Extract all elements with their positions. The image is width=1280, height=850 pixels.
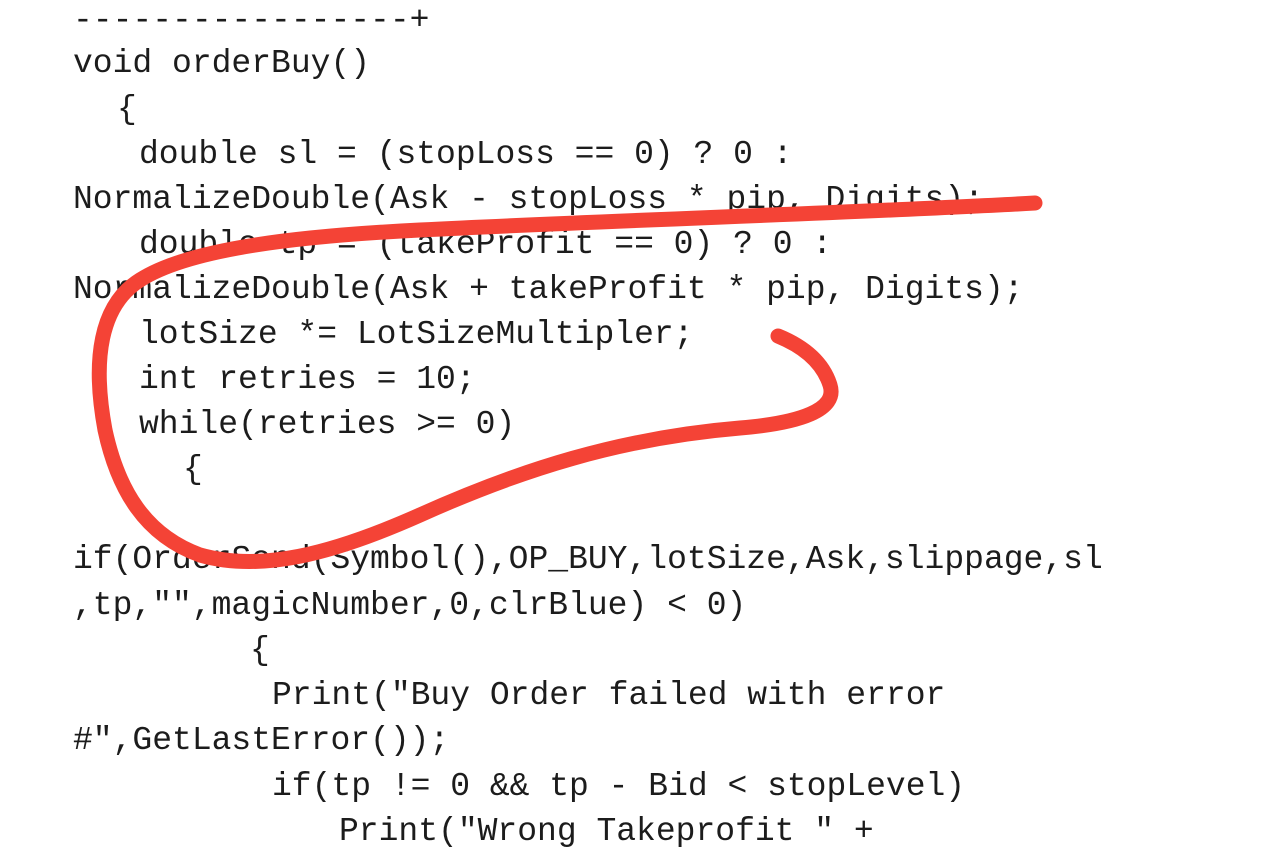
code-line-retries: int retries = 10; (139, 361, 476, 398)
code-line-while: while(retries >= 0) (139, 406, 516, 443)
document-page: -----------------+ void orderBuy() { dou… (0, 0, 1280, 850)
code-line-tp-normalize: NormalizeDouble(Ask + takeProfit * pip, … (73, 271, 1024, 308)
code-line-ordersend-args: ,tp,"",magicNumber,0,clrBlue) < 0) (73, 587, 747, 624)
code-line-open-brace: { (117, 91, 137, 128)
code-line-print-error: Print("Buy Order failed with error (272, 677, 946, 714)
code-line-tp-declaration: double tp = (takeProfit == 0) ? 0 : (139, 226, 833, 263)
code-line-print-takeprofit: Print("Wrong Takeprofit " + (339, 813, 874, 850)
code-line-ordersend: if(OrderSend(Symbol(),OP_BUY,lotSize,Ask… (73, 541, 1103, 578)
code-line-lotsize: lotSize *= LotSizeMultipler; (139, 316, 694, 353)
code-line-tp-check: if(tp != 0 && tp - Bid < stopLevel) (272, 768, 966, 805)
code-line-if-brace: { (250, 632, 270, 669)
code-line-function-signature: void orderBuy() (73, 45, 371, 82)
code-line-sl-declaration: double sl = (stopLoss == 0) ? 0 : (139, 136, 793, 173)
code-line-sl-normalize: NormalizeDouble(Ask - stopLoss * pip, Di… (73, 181, 984, 218)
code-line-getlasterror: #",GetLastError()); (73, 722, 450, 759)
code-line-while-brace: { (183, 451, 203, 488)
code-line-separator: -----------------+ (73, 2, 430, 39)
